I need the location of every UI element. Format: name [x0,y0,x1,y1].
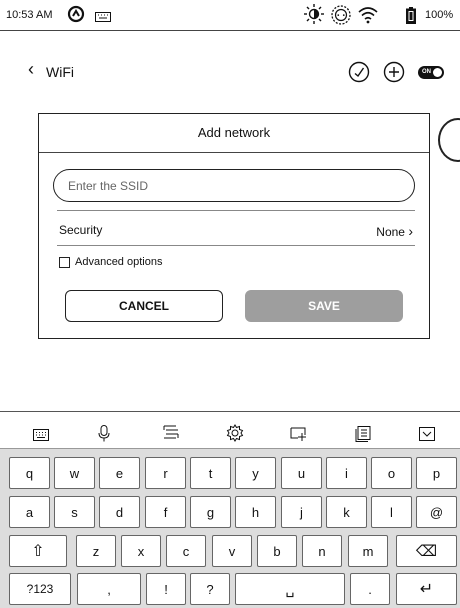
security-value: None [376,225,405,239]
checkbox-icon[interactable] [59,256,70,268]
security-label: Security [59,223,103,237]
speed-gauge-icon[interactable] [348,61,370,88]
space-key-icon[interactable]: ␣ [235,573,345,605]
key-n[interactable]: n [302,535,342,567]
microphone-icon[interactable] [98,425,110,447]
keyboard-icon [95,9,111,27]
security-selector[interactable]: None › [376,223,413,239]
clipboard-icon[interactable] [162,425,180,446]
svg-text:• •: • • [337,13,346,20]
hide-keyboard-icon[interactable] [419,427,435,446]
key-g[interactable]: g [190,496,231,528]
keyboard: q w e r t y u i o p a s d f g h j k l @ … [0,448,460,608]
toggle-knob [433,68,442,77]
key-at[interactable]: @ [416,496,457,528]
key-x[interactable]: x [121,535,161,567]
color-temp-icon[interactable]: • • [330,4,352,31]
key-a[interactable]: a [9,496,50,528]
key-comma[interactable]: , [77,573,141,605]
key-q[interactable]: q [9,457,50,489]
key-exclamation[interactable]: ! [146,573,186,605]
divider [0,411,460,412]
key-j[interactable]: j [281,496,322,528]
enter-key-icon[interactable]: ↵ [396,573,457,605]
key-t[interactable]: t [190,457,231,489]
page-title: WiFi [46,64,74,80]
divider [39,152,429,153]
key-l[interactable]: l [371,496,412,528]
status-time: 10:53 AM [6,9,53,21]
key-z[interactable]: z [76,535,116,567]
battery-icon [406,7,416,29]
key-question[interactable]: ? [190,573,230,605]
wifi-toggle[interactable]: ON [418,66,444,79]
key-b[interactable]: b [257,535,297,567]
key-i[interactable]: i [326,457,367,489]
key-period[interactable]: . [350,573,390,605]
brightness-icon[interactable] [303,3,325,30]
divider [57,245,415,246]
shift-key-icon[interactable]: ⇧ [9,535,67,567]
advanced-options-label: Advanced options [75,256,163,268]
add-icon[interactable] [383,61,405,88]
notification-icon [67,5,85,28]
backspace-key-icon[interactable]: ⌫ [396,535,457,567]
dialog-title: Add network [197,125,271,140]
battery-percent: 100% [425,9,454,21]
divider [57,210,415,211]
key-o[interactable]: o [371,457,412,489]
text-cursor-icon[interactable] [290,427,308,446]
toggle-label: ON [422,69,431,75]
symbols-key[interactable]: ?123 [9,573,71,605]
save-button[interactable]: SAVE [245,290,403,322]
key-e[interactable]: e [99,457,140,489]
key-w[interactable]: w [54,457,95,489]
key-u[interactable]: u [281,457,322,489]
key-r[interactable]: r [145,457,186,489]
key-c[interactable]: c [166,535,206,567]
ssid-field[interactable] [53,169,415,202]
key-y[interactable]: y [235,457,276,489]
key-p[interactable]: p [416,457,457,489]
key-f[interactable]: f [145,496,186,528]
cancel-button[interactable]: CANCEL [65,290,223,322]
ssid-input[interactable] [54,170,414,201]
wifi-icon[interactable] [358,6,378,29]
chevron-right-icon: › [408,223,413,239]
add-network-dialog: Add network Security None › Advanced opt… [38,113,430,339]
key-d[interactable]: d [99,496,140,528]
keyboard-icon[interactable] [33,428,49,446]
back-icon[interactable]: ‹ [28,60,34,78]
status-bar: 10:53 AM • • 100% [0,0,460,31]
advanced-options-checkbox[interactable]: Advanced options [59,256,162,268]
key-h[interactable]: h [235,496,276,528]
key-k[interactable]: k [326,496,367,528]
key-v[interactable]: v [212,535,252,567]
settings-icon[interactable] [226,424,244,447]
partial-circle-decoration [438,118,460,162]
key-s[interactable]: s [54,496,95,528]
notes-icon[interactable] [355,426,371,447]
key-m[interactable]: m [348,535,388,567]
